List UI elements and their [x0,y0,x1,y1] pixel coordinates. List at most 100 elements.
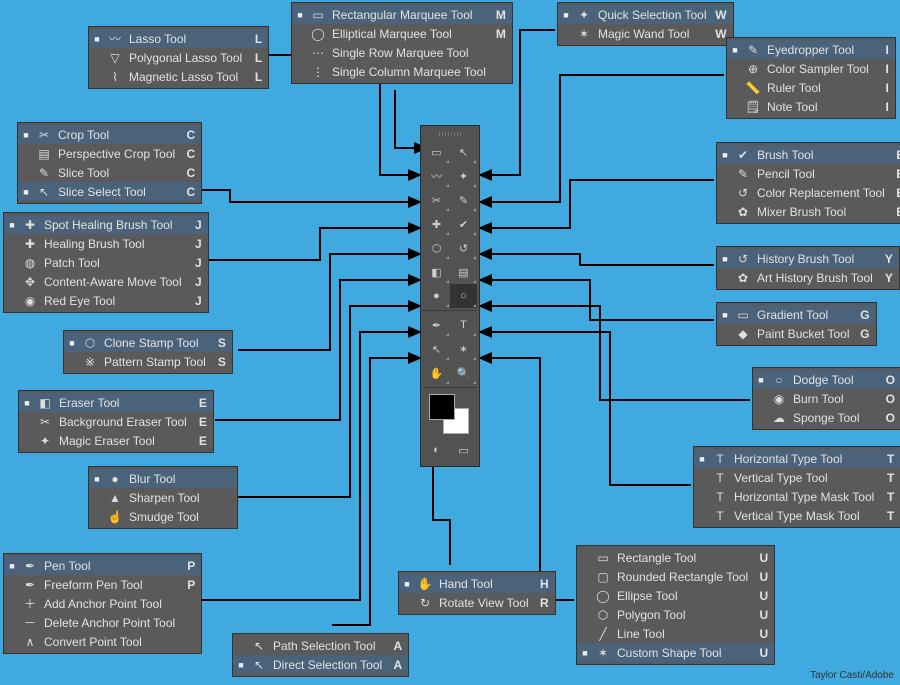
tool-option-brush-1[interactable]: ✎Pencil ToolB [717,164,900,183]
screen-mode-button[interactable]: ▭ [450,440,477,460]
tool-option-marquee-1[interactable]: ◯Elliptical Marquee ToolM [292,24,512,43]
tool-option-marquee-0[interactable]: ■▭Rectangular Marquee ToolM [292,5,512,24]
tool-zoom[interactable]: 🔍 [450,361,477,385]
tool-eyedropper[interactable]: ✎ [450,188,477,212]
tool-gradient[interactable]: ▤ [450,260,477,284]
tool-option-blur-0[interactable]: ■●Blur Tool [89,469,237,488]
tool-option-pen-1[interactable]: ✒Freeform Pen ToolP [4,575,201,594]
tool-option-dodge-1[interactable]: ◉Burn ToolO [753,389,900,408]
tool-option-eyedropper-2[interactable]: 📏Ruler ToolI [727,78,895,97]
healing-brush-tool-icon: ✚ [22,237,38,251]
tool-label: Sponge Tool [793,411,875,425]
tool-option-pen-2[interactable]: ＋Add Anchor Point Tool [4,594,201,613]
shortcut-key: O [881,392,895,406]
tool-eraser[interactable]: ◧ [423,260,450,284]
tool-dodge[interactable]: ○ [450,284,477,308]
tool-option-eraser-0[interactable]: ■◧Eraser ToolE [19,393,213,412]
foreground-swatch[interactable] [429,394,455,420]
tool-option-shape-3[interactable]: ⬡Polygon ToolU [577,605,774,624]
tool-option-crop-1[interactable]: ▤Perspective Crop ToolC [18,144,201,163]
tool-option-hand-0[interactable]: ■✋Hand ToolH [399,574,555,593]
tool-option-dodge-0[interactable]: ■○Dodge ToolO [753,370,900,389]
tool-option-crop-2[interactable]: ✎Slice ToolC [18,163,201,182]
tool-option-blur-2[interactable]: ☝Smudge Tool [89,507,237,526]
tool-option-type-1[interactable]: TVertical Type ToolT [694,468,900,487]
tool-history-brush[interactable]: ↺ [450,236,477,260]
tool-option-pathselect-1[interactable]: ■↖Direct Selection ToolA [233,655,408,674]
tool-option-lasso-1[interactable]: ▽Polygonal Lasso ToolL [89,48,268,67]
tool-option-pen-4[interactable]: ∧Convert Point Tool [4,632,201,651]
tool-option-pen-3[interactable]: －Delete Anchor Point Tool [4,613,201,632]
tool-option-shape-5[interactable]: ■✶Custom Shape ToolU [577,643,774,662]
tool-label: Pattern Stamp Tool [104,355,206,369]
tool-option-history-1[interactable]: ✿Art History Brush ToolY [717,268,899,287]
tool-label: Gradient Tool [757,308,850,322]
tool-brush[interactable]: ✔ [450,212,477,236]
toolbar-grip[interactable] [423,130,477,138]
tool-option-healing-2[interactable]: ◍Patch ToolJ [4,253,208,272]
tool-blur[interactable]: ● [423,284,450,308]
tool-option-gradient-0[interactable]: ■▭Gradient ToolG [717,305,876,324]
tool-label: Path Selection Tool [273,639,382,653]
flyout-gradient: ■▭Gradient ToolG◆Paint Bucket ToolG [716,302,877,346]
tool-healing[interactable]: ✚ [423,212,450,236]
tool-crop[interactable]: ✂ [423,188,450,212]
tool-shape[interactable]: ✶ [450,337,477,361]
tool-option-healing-4[interactable]: ◉Red Eye ToolJ [4,291,208,310]
quick-mask-button[interactable]: ◐ [423,440,450,460]
tool-option-eyedropper-0[interactable]: ■✎Eyedropper ToolI [727,40,895,59]
tool-option-hand-1[interactable]: ↻Rotate View ToolR [399,593,555,612]
background-eraser-tool-icon: ✂ [37,415,53,429]
tool-option-quickselect-0[interactable]: ■✦Quick Selection ToolW [558,5,733,24]
tool-marquee[interactable]: ▭ [423,140,450,164]
tool-quick-select[interactable]: ✦ [450,164,477,188]
tool-option-healing-1[interactable]: ✚Healing Brush ToolJ [4,234,208,253]
tool-option-crop-0[interactable]: ■✂Crop ToolC [18,125,201,144]
tool-option-healing-0[interactable]: ■✚Spot Healing Brush ToolJ [4,215,208,234]
tool-option-eyedropper-3[interactable]: 🗒Note ToolI [727,97,895,116]
tool-option-history-0[interactable]: ■↺History Brush ToolY [717,249,899,268]
tool-option-lasso-0[interactable]: ■〰Lasso ToolL [89,29,268,48]
tool-option-stamp-1[interactable]: ※Pattern Stamp ToolS [64,352,232,371]
active-marker: ■ [22,130,30,140]
tool-option-shape-4[interactable]: ╱Line ToolU [577,624,774,643]
tool-option-eraser-1[interactable]: ✂Background Eraser ToolE [19,412,213,431]
tool-option-marquee-2[interactable]: ⋯Single Row Marquee Tool [292,43,512,62]
rectangle-tool-icon: ▭ [595,551,611,565]
tool-path-select[interactable]: ↖ [423,337,450,361]
active-marker: ■ [22,187,30,197]
tool-option-pathselect-0[interactable]: ↖Path Selection ToolA [233,636,408,655]
tool-option-brush-2[interactable]: ↺Color Replacement ToolB [717,183,900,202]
tool-option-eyedropper-1[interactable]: ⊕Color Sampler ToolI [727,59,895,78]
horizontal-type-mask-tool-icon: T [712,490,728,504]
tool-option-shape-0[interactable]: ▭Rectangle ToolU [577,548,774,567]
rectangular-marquee-tool-icon: ▭ [310,8,326,22]
tool-option-type-0[interactable]: ■THorizontal Type ToolT [694,449,900,468]
tool-option-healing-3[interactable]: ✥Content-Aware Move ToolJ [4,272,208,291]
tool-option-stamp-0[interactable]: ■⬡Clone Stamp ToolS [64,333,232,352]
tool-option-lasso-2[interactable]: ⌇Magnetic Lasso ToolL [89,67,268,86]
tool-option-eraser-2[interactable]: ✦Magic Eraser ToolE [19,431,213,450]
tool-pen[interactable]: ✒ [423,313,450,337]
tool-option-shape-2[interactable]: ◯Ellipse ToolU [577,586,774,605]
tool-stamp[interactable]: ⬡ [423,236,450,260]
tool-type[interactable]: T [450,313,477,337]
tool-move[interactable]: ↖ [450,140,477,164]
tool-option-quickselect-1[interactable]: ✶Magic Wand ToolW [558,24,733,43]
tool-option-pen-0[interactable]: ■✒Pen ToolP [4,556,201,575]
tool-option-marquee-3[interactable]: ⋮Single Column Marquee Tool [292,62,512,81]
tool-option-brush-0[interactable]: ■✔Brush ToolB [717,145,900,164]
tool-option-gradient-1[interactable]: ◆Paint Bucket ToolG [717,324,876,343]
tool-option-crop-3[interactable]: ■↖Slice Select ToolC [18,182,201,201]
tool-option-brush-3[interactable]: ✿Mixer Brush ToolB [717,202,900,221]
tool-lasso[interactable]: 〰 [423,164,450,188]
tool-option-type-2[interactable]: THorizontal Type Mask ToolT [694,487,900,506]
color-swatches[interactable] [423,392,477,438]
tool-label: Eraser Tool [59,396,187,410]
tool-option-blur-1[interactable]: ▲Sharpen Tool [89,488,237,507]
tool-hand[interactable]: ✋ [423,361,450,385]
tool-option-type-3[interactable]: TVertical Type Mask ToolT [694,506,900,525]
tool-option-shape-1[interactable]: ▢Rounded Rectangle ToolU [577,567,774,586]
tool-option-dodge-2[interactable]: ☁Sponge ToolO [753,408,900,427]
eraser-tool-icon: ◧ [37,396,53,410]
